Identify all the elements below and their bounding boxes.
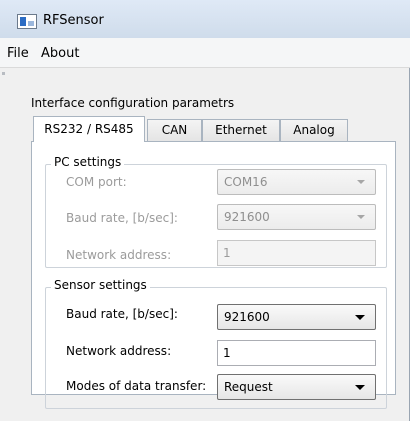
chevron-down-icon: [357, 180, 365, 184]
sensor-settings-title: Sensor settings: [51, 278, 150, 292]
tab-rs232-rs485[interactable]: RS232 / RS485: [33, 116, 145, 142]
pc-network-address-label: Network address:: [66, 248, 172, 262]
pc-com-port-value: COM16: [224, 175, 268, 189]
pc-settings-title: PC settings: [51, 155, 125, 169]
pc-network-address-field: 1: [217, 240, 376, 266]
app-window: RFSensor File About Interface configurat…: [0, 0, 410, 421]
chevron-down-icon: [355, 315, 365, 320]
sensor-baud-rate-select[interactable]: 921600: [217, 304, 376, 330]
tab-can[interactable]: CAN: [147, 119, 202, 142]
pc-baud-rate-select: 921600: [217, 204, 376, 230]
tab-ethernet[interactable]: Ethernet: [202, 119, 280, 142]
pc-baud-rate-value: 921600: [224, 210, 270, 224]
pc-com-port-select: COM16: [217, 169, 376, 195]
app-icon: [17, 14, 37, 29]
data-transfer-mode-value: Request: [224, 380, 273, 394]
data-transfer-mode-select[interactable]: Request: [217, 374, 376, 400]
pc-baud-rate-label: Baud rate, [b/sec]:: [66, 211, 178, 225]
resize-grip-icon: [2, 72, 5, 75]
sensor-network-address-field[interactable]: 1: [217, 340, 376, 366]
sensor-baud-rate-value: 921600: [224, 310, 270, 324]
menu-file[interactable]: File: [7, 46, 29, 61]
tab-analog[interactable]: Analog: [280, 119, 348, 142]
window-title: RFSensor: [43, 13, 104, 28]
section-title: Interface configuration parametrs: [31, 96, 235, 110]
chevron-down-icon: [355, 385, 365, 390]
title-bar[interactable]: RFSensor: [0, 0, 410, 38]
data-transfer-mode-label: Modes of data transfer:: [66, 379, 207, 393]
pc-com-port-label: COM port:: [66, 175, 127, 189]
sensor-network-address-label: Network address:: [66, 344, 172, 358]
chevron-down-icon: [357, 215, 365, 219]
menu-about[interactable]: About: [41, 46, 79, 61]
menu-bar: File About: [0, 38, 410, 68]
sensor-baud-rate-label: Baud rate, [b/sec]:: [66, 307, 178, 321]
